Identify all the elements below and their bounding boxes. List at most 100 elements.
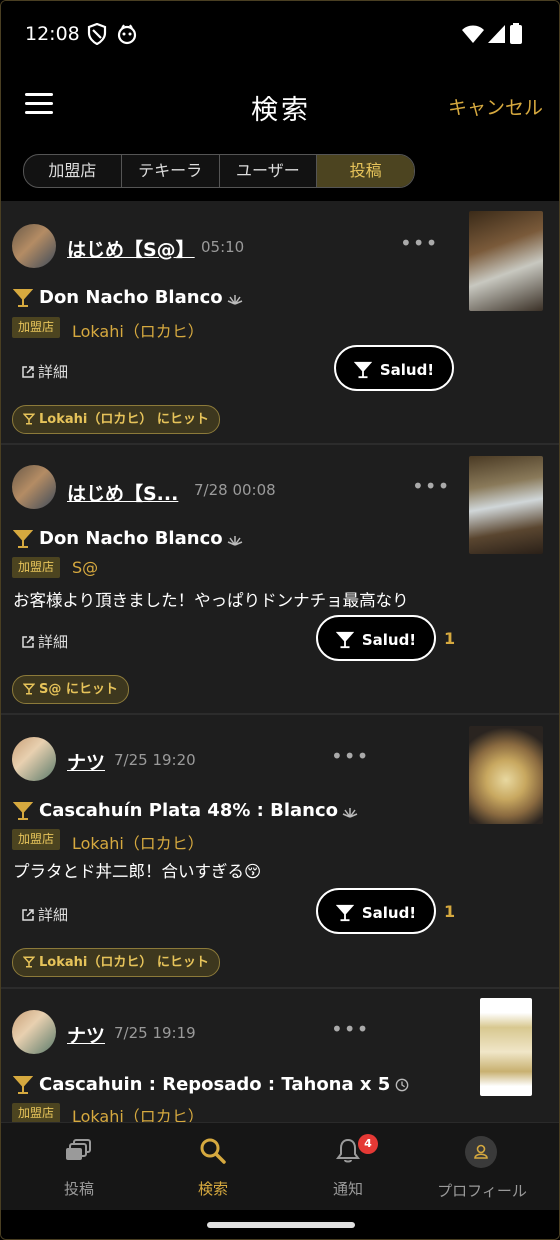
app-frame: 12:08 検索 キャンセル 加盟店 テキーラ ユーザー 投稿 はじめ【S@】 … [0,0,560,1240]
post-card: はじめ【S... 7/28 00:08 ••• Don Nacho Blanco… [1,444,559,715]
post-comment: お客様より頂きました！やっぱりドンナチョ最高なり [13,591,409,610]
post-username[interactable]: ナツ [67,748,105,775]
cocktail-glass-icon [13,1076,33,1094]
cancel-button[interactable]: キャンセル [448,93,543,120]
home-indicator[interactable] [207,1222,355,1228]
nav-label: 通知 [332,1180,363,1198]
hit-label: Lokahi（ロカヒ） にヒット [39,955,209,970]
post-username[interactable]: ナツ [67,1021,105,1048]
member-shop-badge: 加盟店 [12,829,61,850]
post-card: はじめ【S@】 05:10 ••• Don Nacho Blanco 加盟店 L… [1,201,559,445]
salud-button[interactable]: Salud! [316,888,436,934]
tab-tequila[interactable]: テキーラ [122,155,220,187]
more-icon[interactable]: ••• [412,474,450,498]
member-shop-badge: 加盟店 [12,557,61,578]
search-hit-chip[interactable]: Lokahi（ロカヒ） にヒット [12,948,220,977]
nav-profile[interactable]: プロフィール [412,1123,552,1211]
more-icon[interactable]: ••• [400,231,438,255]
more-icon[interactable]: ••• [331,744,369,768]
tab-users[interactable]: ユーザー [220,155,318,187]
post-photo[interactable] [469,726,543,824]
battery-icon [510,23,522,44]
cocktail-glass-icon [22,956,36,968]
salud-label: Salud! [361,904,417,922]
avatar[interactable] [12,737,56,781]
drink-name-text: Cascahuín Plata 48% : Blanco [39,800,338,821]
nav-label: プロフィール [437,1182,527,1200]
search-tabs: 加盟店 テキーラ ユーザー 投稿 [23,154,415,188]
drink-name[interactable]: Cascahuín Plata 48% : Blanco [39,800,358,821]
salud-button[interactable]: Salud! [316,615,436,661]
nav-label: 投稿 [63,1180,94,1198]
post-photo[interactable] [469,456,543,554]
detail-link[interactable]: 詳細 [21,361,68,382]
agave-icon [342,808,358,818]
signal-icon [488,25,505,43]
shop-name[interactable]: Lokahi（ロカヒ） [72,1103,204,1122]
tab-shops[interactable]: 加盟店 [24,155,122,187]
member-shop-badge: 加盟店 [12,1103,61,1122]
drink-name[interactable]: Don Nacho Blanco [39,528,243,549]
member-shop-badge: 加盟店 [12,317,61,338]
post-username[interactable]: はじめ【S... [67,479,178,506]
cocktail-glass-icon [22,683,36,695]
external-link-icon [22,366,34,378]
app-header: 検索 キャンセル [1,71,559,141]
wifi-icon [462,25,484,43]
drink-name-text: Cascahuin : Reposado : Tahona x 5 [39,1074,391,1095]
drink-name-text: Don Nacho Blanco [39,528,223,549]
agave-icon [227,295,242,305]
salud-count: 1 [444,902,456,921]
search-hit-chip[interactable]: Lokahi（ロカヒ） にヒット [12,405,220,434]
post-photo[interactable] [480,998,532,1096]
hit-label: S@ にヒット [39,682,118,697]
search-icon [200,1138,226,1164]
nav-search[interactable]: 検索 [143,1123,283,1211]
status-bar: 12:08 [1,1,559,71]
shop-name[interactable]: Lokahi（ロカヒ） [72,318,204,342]
search-hit-chip[interactable]: S@ にヒット [12,675,129,704]
post-time: 7/25 19:20 [114,751,196,769]
cocktail-glass-icon [335,631,355,649]
bottom-navigation: 投稿 検索 4 通知 プロフィール [1,1122,559,1211]
avatar[interactable] [12,1010,56,1054]
agave-icon [227,536,242,546]
post-card: ナツ 7/25 19:19 ••• Cascahuin : Reposado :… [1,988,559,1122]
salud-count: 1 [444,629,456,648]
hit-label: Lokahi（ロカヒ） にヒット [39,412,209,427]
post-time: 7/25 19:19 [114,1024,196,1042]
detail-label: 詳細 [38,363,69,381]
shop-name[interactable]: Lokahi（ロカヒ） [72,830,204,854]
profile-icon [465,1136,497,1168]
drink-name-text: Don Nacho Blanco [39,287,223,308]
salud-button[interactable]: Salud! [334,345,454,391]
post-photo[interactable] [469,211,543,311]
nav-notifications[interactable]: 4 通知 [278,1123,418,1211]
tab-posts[interactable]: 投稿 [317,155,414,187]
avatar[interactable] [12,465,56,509]
detail-link[interactable]: 詳細 [21,904,68,925]
cocktail-glass-icon [13,289,33,307]
posts-icon [66,1139,91,1160]
drink-name[interactable]: Cascahuin : Reposado : Tahona x 5 [39,1074,410,1095]
salud-label: Salud! [361,631,417,649]
cocktail-glass-icon [13,802,33,820]
status-time: 12:08 [25,23,80,45]
external-link-icon [22,636,34,648]
drink-name[interactable]: Don Nacho Blanco [39,287,243,308]
post-feed[interactable]: はじめ【S@】 05:10 ••• Don Nacho Blanco 加盟店 L… [1,201,559,1122]
nav-posts[interactable]: 投稿 [9,1123,149,1211]
avatar[interactable] [12,224,56,268]
system-home-bar [1,1210,559,1239]
detail-label: 詳細 [38,633,69,651]
external-link-icon [22,909,34,921]
more-icon[interactable]: ••• [331,1017,369,1041]
nav-label: 検索 [197,1180,228,1198]
cocktail-glass-icon [22,413,36,425]
post-card: ナツ 7/25 19:20 ••• Cascahuín Plata 48% : … [1,714,559,989]
detail-link[interactable]: 詳細 [21,631,68,652]
notification-count-badge: 4 [358,1134,378,1154]
shop-name[interactable]: S@ [72,558,98,577]
post-username[interactable]: はじめ【S@】 [67,235,195,262]
detail-label: 詳細 [38,906,69,924]
